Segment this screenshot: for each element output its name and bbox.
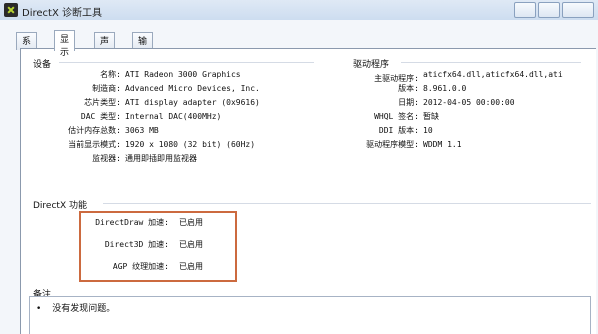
manufacturer-value: Advanced Micro Devices, Inc. <box>125 84 260 93</box>
ddi-version-row: DDI 版本: 10 <box>343 125 433 137</box>
minimize-button[interactable] <box>514 2 536 18</box>
device-name-label: 名称: <box>100 70 121 79</box>
directx-window: DirectX 诊断工具 系统 显示 声音 输入 设备 名称:ATI Radeo… <box>0 0 598 334</box>
dac-type-value: Internal DAC(400MHz) <box>125 112 222 121</box>
whql-label: WHQL 签名: <box>374 112 419 121</box>
note-text: 没有发现问题。 <box>52 304 116 314</box>
driver-version-row: 版本: 8.961.0.0 <box>343 83 466 95</box>
chip-type-row: 芯片类型: ATI display adapter (0x9616) <box>33 97 260 109</box>
monitor-row: 监视器: 通用即插即用监视器 <box>33 153 197 165</box>
display-mode-value: 1920 x 1080 (32 bit) (60Hz) <box>125 140 256 149</box>
driver-date-row: 日期: 2012-04-05 00:00:00 <box>343 97 515 109</box>
notes-box[interactable]: • 没有发现问题。 <box>29 296 591 334</box>
chip-type-label: 芯片类型: <box>84 98 121 107</box>
driver-version-value: 8.961.0.0 <box>423 84 467 93</box>
device-name-row: 名称: ATI Radeon 3000 Graphics <box>33 69 241 81</box>
driver-divider <box>401 62 581 63</box>
memory-row: 估计内存总数: 3063 MB <box>33 125 159 137</box>
directx-icon <box>4 3 18 17</box>
maximize-button[interactable] <box>538 2 560 18</box>
dac-type-row: DAC 类型: Internal DAC(400MHz) <box>33 111 221 123</box>
agp-label: AGP 纹理加速: <box>112 262 169 271</box>
tab-display[interactable]: 显示 <box>54 30 76 58</box>
driver-model-value: WDDM 1.1 <box>423 140 462 149</box>
window-title: DirectX 诊断工具 <box>22 8 102 19</box>
manufacturer-label: 制造商: <box>92 84 121 93</box>
direct3d-value: 已启用 <box>179 240 203 249</box>
directdraw-row: DirectDraw 加速: 已启用 <box>87 217 203 229</box>
title-bar: DirectX 诊断工具 <box>0 0 598 20</box>
main-driver-row: 主驱动程序: aticfx64.dll,aticfx64.dll,atic <box>343 69 563 83</box>
display-mode-label: 当前显示模式: <box>68 140 121 149</box>
driver-date-label: 日期: <box>398 98 419 107</box>
main-driver-value: aticfx64.dll,aticfx64.dll,atic <box>423 70 563 79</box>
driver-model-row: 驱动程序模型: WDDM 1.1 <box>343 139 462 151</box>
monitor-value: 通用即插即用监视器 <box>125 154 197 163</box>
note-item: • 没有发现问题。 <box>36 301 115 314</box>
ddi-version-value: 10 <box>423 126 433 135</box>
directx-features-highlight: DirectDraw 加速: 已启用 Direct3D 加速: 已启用 AGP 纹理… <box>79 211 237 282</box>
driver-model-label: 驱动程序模型: <box>366 140 419 149</box>
device-name-value: ATI Radeon 3000 Graphics <box>125 70 241 79</box>
ddi-version-label: DDI 版本: <box>378 126 419 135</box>
device-divider <box>59 62 314 63</box>
memory-label: 估计内存总数: <box>68 126 121 135</box>
manufacturer-row: 制造商: Advanced Micro Devices, Inc. <box>33 83 260 95</box>
display-tab-panel: 设备 名称: ATI Radeon 3000 Graphics 制造商: Advan… <box>20 48 596 334</box>
monitor-label: 监视器: <box>92 154 121 163</box>
chip-type-value: ATI display adapter (0x9616) <box>125 98 260 107</box>
directx-features-title: DirectX 功能 <box>33 201 87 211</box>
directx-divider <box>103 203 591 204</box>
direct3d-row: Direct3D 加速: 已启用 <box>87 239 203 251</box>
display-mode-row: 当前显示模式: 1920 x 1080 (32 bit) (60Hz) <box>33 139 255 151</box>
agp-row: AGP 纹理加速: 已启用 <box>87 261 203 273</box>
bullet-icon: • <box>36 304 42 314</box>
whql-value: 暂缺 <box>423 112 439 121</box>
tab-display-label: 显示 <box>60 35 70 58</box>
close-button[interactable] <box>562 2 594 18</box>
dac-type-label: DAC 类型: <box>80 112 121 121</box>
driver-version-label: 版本: <box>398 84 419 93</box>
direct3d-label: Direct3D 加速: <box>104 240 169 249</box>
whql-row: WHQL 签名: 暂缺 <box>343 111 439 123</box>
agp-value: 已启用 <box>179 262 203 271</box>
memory-value: 3063 MB <box>125 126 159 135</box>
directdraw-label: DirectDraw 加速: <box>95 218 169 227</box>
directdraw-value: 已启用 <box>179 218 203 227</box>
driver-date-value: 2012-04-05 00:00:00 <box>423 98 515 107</box>
